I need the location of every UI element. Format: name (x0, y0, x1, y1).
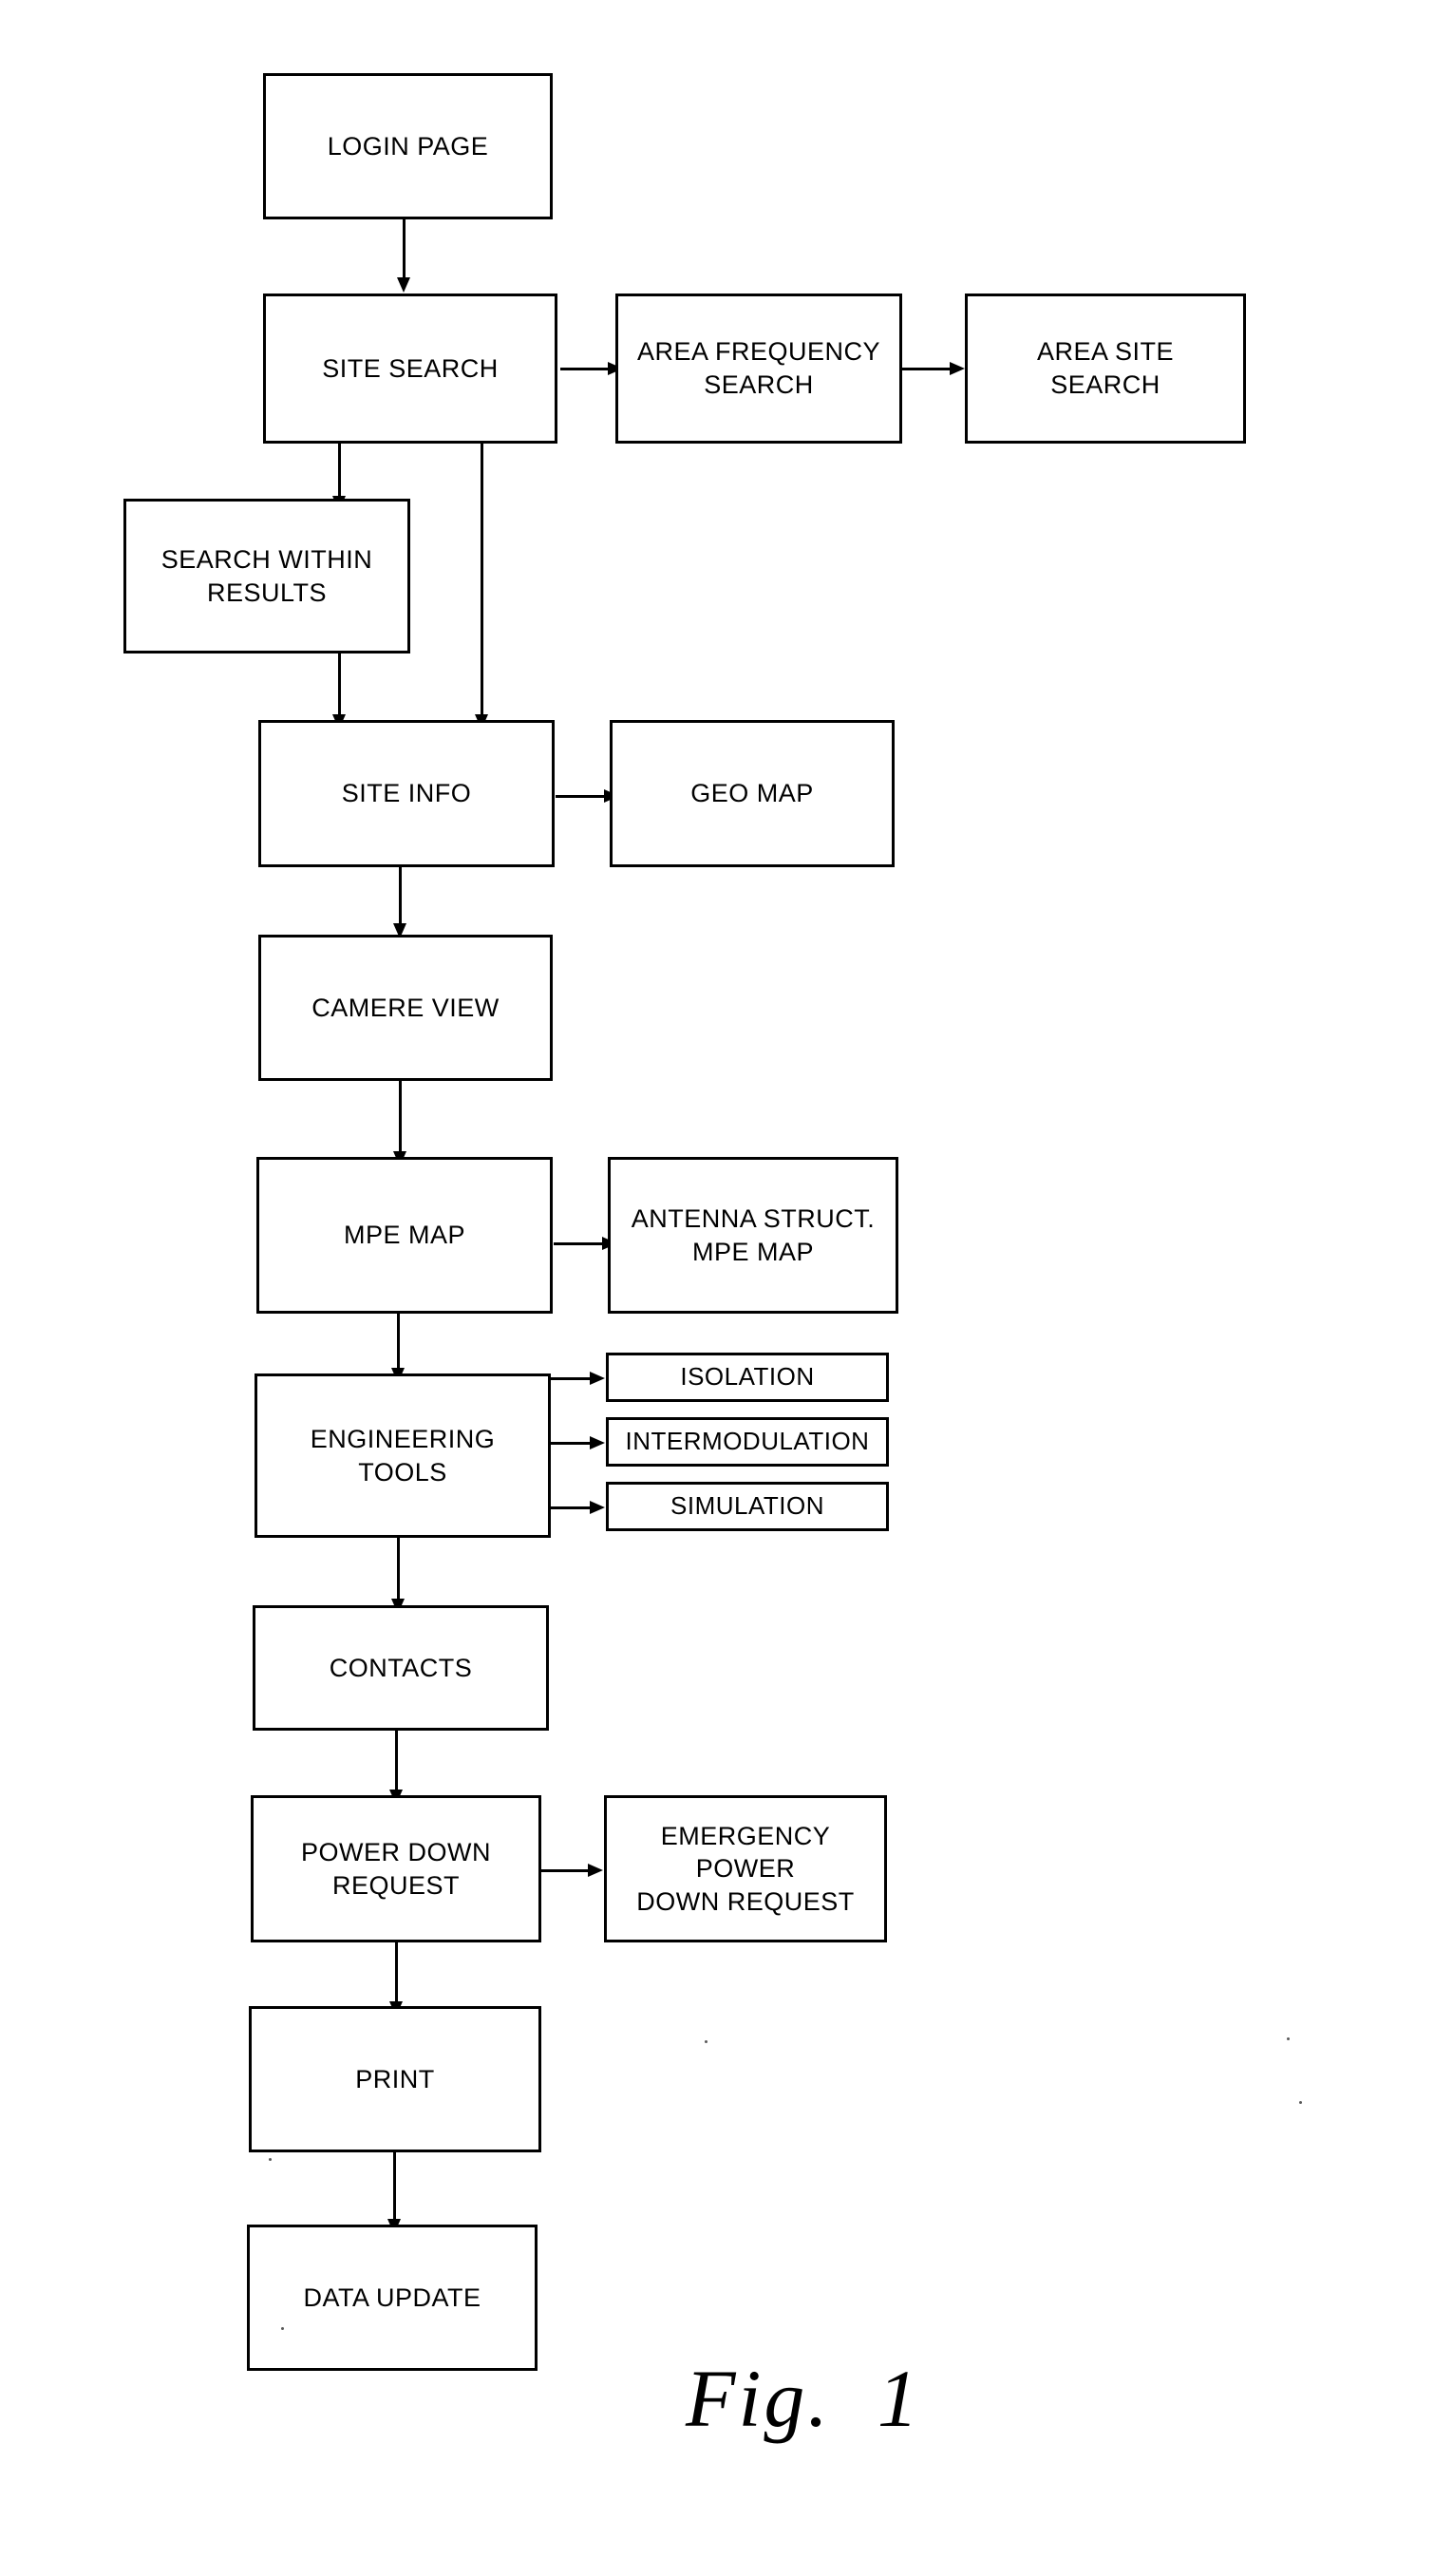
node-camere-view[interactable]: CAMERE VIEW (258, 935, 553, 1081)
node-camere-view-label: CAMERE VIEW (311, 993, 500, 1022)
edge-login-to-site-search (403, 218, 406, 281)
edge-engineering-tools-to-intermodulation (549, 1442, 594, 1445)
edge-power-down-to-emergency (539, 1869, 593, 1872)
figure-caption: Fig. 1 (686, 2353, 921, 2444)
node-intermodulation-label: INTERMODULATION (625, 1427, 870, 1456)
node-mpe-map[interactable]: MPE MAP (256, 1157, 553, 1314)
edge-site-info-to-geo-map (556, 795, 609, 798)
node-isolation[interactable]: ISOLATION (606, 1353, 889, 1402)
arrowhead-engineering-tools-to-simulation (590, 1501, 605, 1514)
node-search-within-results[interactable]: SEARCH WITHIN RESULTS (123, 499, 410, 653)
node-area-frequency-search-label: AREA FREQUENCY SEARCH (636, 337, 881, 399)
node-simulation-label: SIMULATION (670, 1491, 824, 1521)
node-isolation-label: ISOLATION (680, 1362, 815, 1392)
scan-speck (1287, 2037, 1290, 2040)
node-login-page-label: LOGIN PAGE (327, 131, 489, 161)
node-site-search-label: SITE SEARCH (322, 353, 499, 383)
edge-power-down-to-print (395, 1941, 398, 2005)
node-mpe-map-label: MPE MAP (343, 1221, 466, 1250)
node-data-update[interactable]: DATA UPDATE (247, 2225, 538, 2371)
node-area-frequency-search[interactable]: AREA FREQUENCY SEARCH (615, 294, 902, 444)
node-area-site-search-label: AREA SITE SEARCH (1036, 337, 1175, 399)
node-site-info[interactable]: SITE INFO (258, 720, 555, 867)
node-login-page[interactable]: LOGIN PAGE (263, 73, 553, 219)
node-area-site-search[interactable]: AREA SITE SEARCH (965, 294, 1246, 444)
node-antenna-struct-mpe-map[interactable]: ANTENNA STRUCT. MPE MAP (608, 1157, 898, 1314)
node-site-search[interactable]: SITE SEARCH (263, 294, 557, 444)
node-site-info-label: SITE INFO (341, 779, 472, 808)
edge-site-info-to-camere-view (399, 867, 402, 928)
edge-site-search-to-area-frequency (560, 368, 613, 370)
scan-speck (269, 2158, 272, 2161)
node-engineering-tools-label: ENGINEERING TOOLS (310, 1424, 496, 1487)
node-print[interactable]: PRINT (249, 2006, 541, 2152)
arrowhead-power-down-to-emergency (588, 1864, 603, 1877)
edge-print-to-data-update (393, 2150, 396, 2223)
node-antenna-struct-mpe-map-label: ANTENNA STRUCT. MPE MAP (631, 1203, 876, 1266)
node-data-update-label: DATA UPDATE (303, 2282, 481, 2312)
edge-camere-view-to-mpe-map (399, 1081, 402, 1155)
scan-speck (705, 2040, 708, 2043)
edge-engineering-tools-to-simulation (549, 1506, 594, 1509)
node-contacts-label: CONTACTS (329, 1653, 473, 1682)
arrowhead-login-to-site-search (397, 277, 410, 293)
figure-sheet: LOGIN PAGE SITE SEARCH AREA FREQUENCY SE… (0, 0, 1434, 2576)
node-intermodulation[interactable]: INTERMODULATION (606, 1417, 889, 1467)
edge-search-within-to-site-info (338, 653, 341, 720)
node-emergency-power-down-request[interactable]: EMERGENCY POWER DOWN REQUEST (604, 1795, 887, 1942)
node-simulation[interactable]: SIMULATION (606, 1482, 889, 1531)
node-power-down-request-label: POWER DOWN REQUEST (301, 1837, 491, 1900)
edge-engineering-tools-to-isolation (549, 1377, 594, 1380)
edge-area-frequency-to-area-site (900, 368, 955, 370)
arrowhead-engineering-tools-to-intermodulation (590, 1436, 605, 1449)
node-geo-map[interactable]: GEO MAP (610, 720, 895, 867)
node-search-within-results-label: SEARCH WITHIN RESULTS (160, 544, 373, 607)
arrowhead-area-frequency-to-area-site (950, 362, 965, 375)
node-contacts[interactable]: CONTACTS (253, 1605, 549, 1731)
edge-mpe-map-to-engineering-tools (397, 1314, 400, 1372)
edge-contacts-to-power-down (395, 1729, 398, 1793)
edge-site-search-to-search-within (338, 443, 341, 500)
arrowhead-engineering-tools-to-isolation (590, 1372, 605, 1385)
node-power-down-request[interactable]: POWER DOWN REQUEST (251, 1795, 541, 1942)
node-print-label: PRINT (355, 2064, 435, 2093)
node-geo-map-label: GEO MAP (690, 779, 814, 808)
node-emergency-power-down-request-label: EMERGENCY POWER DOWN REQUEST (636, 1821, 855, 1916)
node-engineering-tools[interactable]: ENGINEERING TOOLS (255, 1373, 551, 1538)
scan-speck (1299, 2101, 1302, 2104)
edge-engineering-tools-to-contacts (397, 1538, 400, 1602)
edge-mpe-map-to-antenna-struct (554, 1242, 607, 1245)
edge-site-search-to-site-info (481, 443, 483, 720)
scan-speck (281, 2327, 284, 2330)
